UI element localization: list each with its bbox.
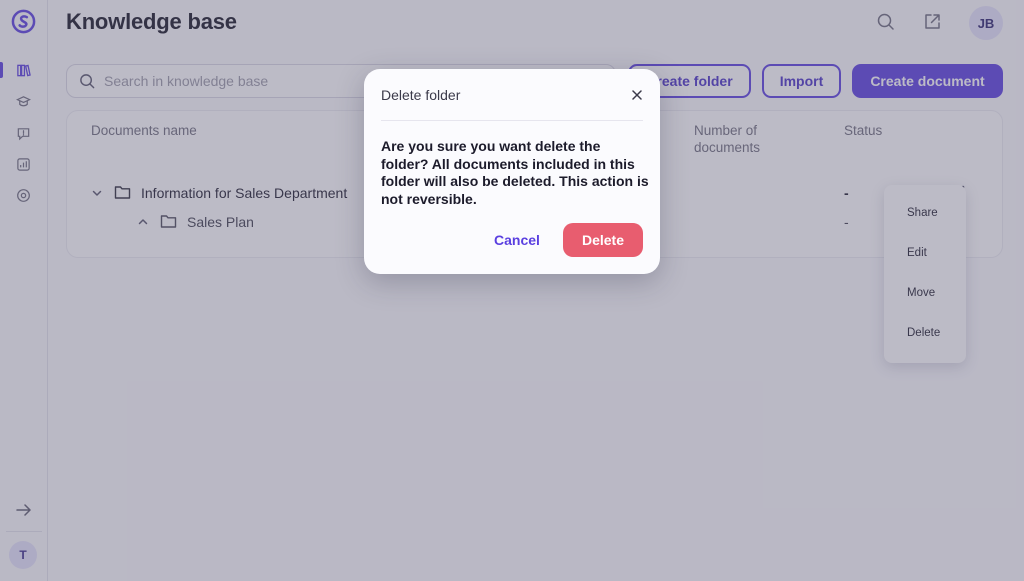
delete-folder-dialog: Delete folder Are you sure you want dele…	[364, 69, 660, 274]
dialog-title: Delete folder	[381, 87, 461, 103]
confirm-delete-button[interactable]: Delete	[563, 223, 643, 257]
cancel-button[interactable]: Cancel	[486, 224, 548, 256]
dialog-divider	[381, 120, 643, 121]
dialog-message: Are you sure you want delete the folder?…	[381, 138, 649, 207]
close-icon[interactable]	[630, 88, 644, 102]
